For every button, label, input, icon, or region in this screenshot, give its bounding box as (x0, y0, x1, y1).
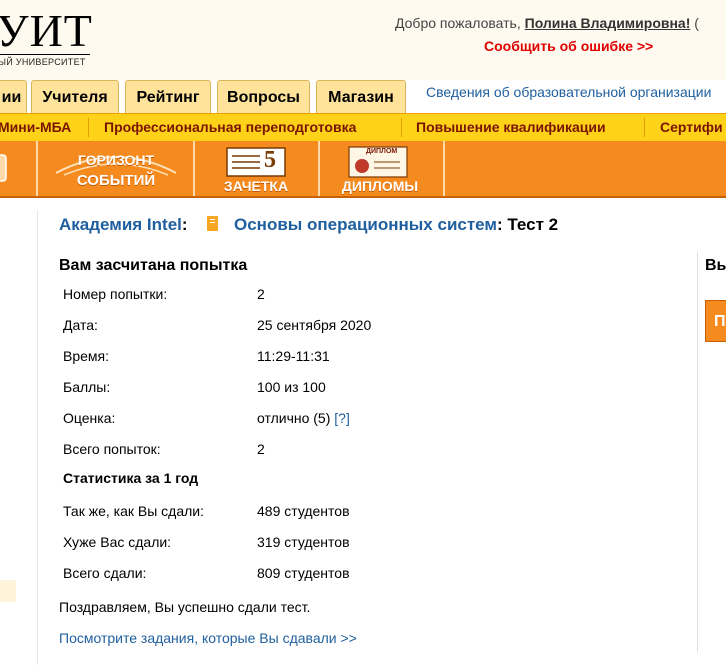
breadcrumb-academy-link[interactable]: Академия Intel (59, 215, 182, 234)
course-book-icon (207, 216, 218, 231)
site-logo[interactable]: УИТ (0, 8, 93, 54)
user-name-link[interactable]: Полина Владимировна! (525, 15, 691, 31)
partial-nav-icon[interactable] (0, 153, 10, 183)
breadcrumb-course-link[interactable]: Основы операционных систем (234, 215, 497, 234)
diploma-badge: ДИПЛОМ (366, 148, 398, 155)
right-panel-button[interactable]: П (705, 300, 726, 342)
diplomas-label: ДИПЛОМЫ (341, 178, 419, 194)
gradebook-icon (226, 147, 286, 177)
date-label: Дата: (63, 317, 98, 333)
breadcrumb-course-wrap: Основы операционных систем: Тест 2 (234, 215, 558, 235)
nav-separator (193, 141, 195, 196)
nav-separator (443, 141, 445, 196)
report-error-link[interactable]: Сообщить об ошибке >> (484, 38, 653, 54)
breadcrumb-test-title: Тест 2 (502, 215, 559, 234)
tab-shop[interactable]: Магазин (316, 80, 406, 113)
time-value: 11:29-11:31 (257, 348, 330, 364)
nav-mini-mba[interactable]: Мини-МБА (0, 119, 71, 135)
date-value: 25 сентября 2020 (257, 317, 372, 333)
welcome-suffix: ( (690, 15, 699, 31)
grade-label: Оценка: (63, 410, 116, 426)
right-panel-heading: Вы (705, 257, 726, 274)
attempt-result-title: Вам засчитана попытка (59, 257, 248, 274)
sidebar-fragment (0, 580, 16, 602)
tab-rating[interactable]: Рейтинг (125, 80, 211, 113)
view-tasks-link[interactable]: Посмотрите задания, которые Вы сдавали >… (59, 630, 357, 646)
score-label: Баллы: (63, 379, 111, 395)
column-divider (697, 252, 698, 652)
grade-help-link[interactable]: [?] (334, 410, 350, 426)
time-label: Время: (63, 348, 110, 364)
total-attempts-value: 2 (257, 441, 265, 457)
stats-same-label: Так же, как Вы сдали: (63, 503, 205, 519)
nav-separator (644, 118, 645, 137)
logo-subtitle: ЫЙ УНИВЕРСИТЕТ (0, 57, 86, 67)
tab-partial[interactable]: ии (0, 80, 27, 113)
gradebook-number: 5 (264, 147, 276, 173)
breadcrumb-separator: : (181, 215, 188, 234)
events-horizon-button[interactable]: ГОРИЗОНТ СОБЫТИЙ (48, 147, 184, 193)
stats-same-value: 489 студентов (257, 503, 350, 519)
nav-separator (36, 141, 38, 196)
tab-questions[interactable]: Вопросы (217, 80, 310, 113)
horizon-label-2: СОБЫТИЙ (76, 172, 156, 189)
zachetka-button[interactable]: 5 ЗАЧЕТКА (212, 145, 300, 195)
stats-total-value: 809 студентов (257, 565, 350, 581)
welcome-prefix: Добро пожаловать, (395, 15, 525, 31)
left-gutter-line (37, 210, 38, 665)
score-value: 100 из 100 (257, 379, 326, 395)
diplomas-button[interactable]: ДИПЛОМ ДИПЛОМЫ (330, 145, 430, 195)
nav-retraining[interactable]: Профессиональная переподготовка (104, 119, 356, 135)
welcome-message: Добро пожаловать, Полина Владимировна! ( (395, 15, 699, 31)
nav-separator (401, 118, 402, 137)
nav-separator (88, 118, 89, 137)
nav-certificates[interactable]: Сертифи (660, 119, 723, 135)
stats-worse-value: 319 студентов (257, 534, 350, 550)
zachetka-label: ЗАЧЕТКА (223, 178, 289, 194)
stats-total-label: Всего сдали: (63, 565, 147, 581)
nav-qualification[interactable]: Повышение квалификации (416, 119, 606, 135)
partial-icon (0, 154, 7, 182)
nav-separator (318, 141, 320, 196)
horizon-label-1: ГОРИЗОНТ (77, 152, 155, 168)
breadcrumb: Академия Intel: (59, 215, 188, 235)
stats-worse-label: Хуже Вас сдали: (63, 534, 172, 550)
grade-value-wrap: отлично (5) [?] (257, 410, 350, 426)
tab-teachers[interactable]: Учителя (31, 80, 119, 113)
congrats-message: Поздравляем, Вы успешно сдали тест. (59, 599, 311, 615)
stats-title: Статистика за 1 год (63, 470, 199, 486)
organization-info-link[interactable]: Сведения об образовательной организации (426, 84, 711, 100)
total-attempts-label: Всего попыток: (63, 441, 161, 457)
attempt-number-label: Номер попытки: (63, 286, 168, 302)
attempt-number-value: 2 (257, 286, 265, 302)
grade-value: отлично (5) (257, 410, 331, 426)
